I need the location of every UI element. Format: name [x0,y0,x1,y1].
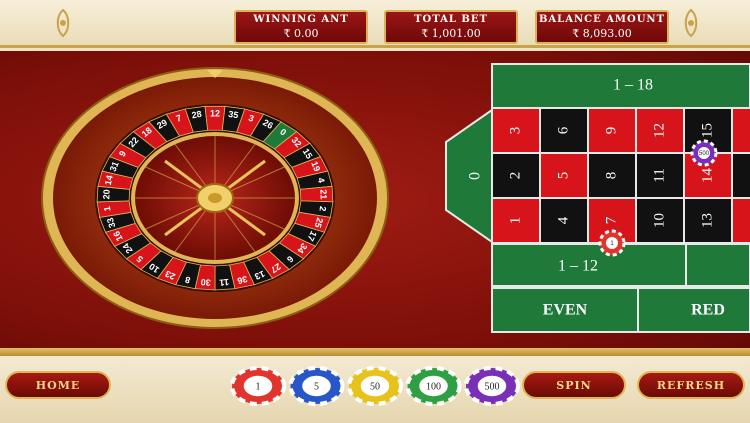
balance-panel: BALANCE AMOUNT ₹ 8,093.00 [535,10,669,44]
roulette-wheel: 0321519421225173462713361130823105241633… [41,67,389,329]
number-label-9: 9 [603,127,619,135]
range-1-18-label: 1 – 18 [613,77,653,94]
number-label-6: 6 [555,126,571,134]
number-label-1: 1 [507,217,523,225]
number-label-8: 8 [603,172,619,180]
chip-label-1: 1 [256,381,261,392]
gold-divider [0,348,750,356]
ornament-left-icon [56,8,70,38]
wheel-number: 20 [101,189,111,199]
total-bet-value: ₹ 1,001.00 [421,27,481,40]
number-label-13: 13 [699,213,715,228]
refresh-button[interactable]: REFRESH [637,371,745,399]
number-cell-partial[interactable] [731,152,750,199]
winning-amount-label: WINNING ANT [253,14,349,25]
number-label-5: 5 [555,172,571,180]
balance-value: ₹ 8,093.00 [572,27,632,40]
number-label-14: 14 [699,168,715,184]
wheel-number: 11 [219,277,229,288]
top-bar: WINNING ANT ₹ 0.00 TOTAL BET ₹ 1,001.00 … [0,0,750,48]
number-label-15: 15 [699,123,715,138]
number-cell-partial[interactable] [731,197,750,244]
number-label-10: 10 [651,213,667,228]
chip-label-500: 500 [485,381,500,392]
number-cell-partial[interactable] [731,107,750,154]
total-bet-label: TOTAL BET [414,14,488,25]
chip-label-100: 100 [426,381,441,392]
wheel-number: 21 [318,189,328,199]
winning-amount-panel: WINNING ANT ₹ 0.00 [234,10,368,44]
number-label-2: 2 [507,172,523,180]
balance-label: BALANCE AMOUNT [538,14,666,25]
even-label: EVEN [543,302,588,319]
number-label-7: 7 [603,216,619,224]
dozen-13-24-cell[interactable] [685,243,750,287]
wheel-number: 12 [210,108,220,118]
wheel-number: 14 [103,174,115,186]
dozen-1-12-label: 1 – 12 [558,258,598,275]
number-label-11: 11 [651,168,667,182]
winning-amount-value: ₹ 0.00 [283,27,319,40]
placed-chip-value: 500 [699,151,710,157]
zero-label: 0 [467,172,484,180]
number-label-3: 3 [507,127,523,135]
wheel-number: 30 [200,277,211,288]
chip-label-50: 50 [370,381,380,392]
wheel-number: 35 [228,109,240,121]
home-button[interactable]: HOME [5,371,111,399]
chip-selector[interactable]: 1 5 50 100 500 [230,366,520,406]
number-label-4: 4 [555,216,571,224]
betting-table[interactable]: 0 1 – 18 3 6 9 12 152 5 8 11 141 4 7 10 13 1 – 12 EV… [440,62,750,338]
red-label: RED [691,302,725,319]
chip-label-5: 5 [314,381,319,392]
number-label-12: 12 [651,123,667,138]
spin-button[interactable]: SPIN [522,371,626,399]
ornament-right-icon [684,8,698,38]
total-bet-panel: TOTAL BET ₹ 1,001.00 [384,10,518,44]
wheel-number: 28 [191,109,203,121]
